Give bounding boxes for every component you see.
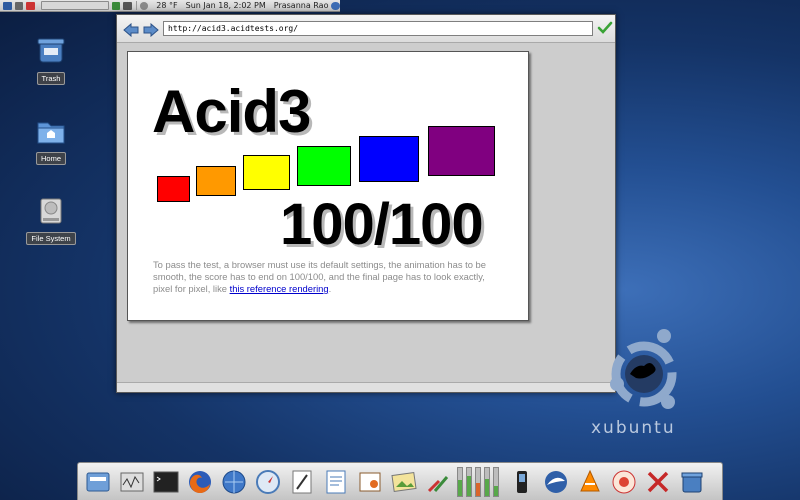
desktop-icon-filesystem[interactable]: File System [25, 196, 77, 245]
office-writer-icon[interactable] [321, 467, 351, 497]
desktop-icon-label: Trash [36, 72, 66, 85]
volume-icon[interactable] [123, 1, 132, 10]
gear-icon[interactable] [139, 1, 149, 10]
power-icon[interactable] [331, 1, 340, 10]
clock[interactable]: Sun Jan 18, 2:02 PM [186, 1, 266, 10]
office-impress-icon[interactable] [355, 467, 385, 497]
taskbar-window-button[interactable] [40, 1, 109, 10]
network-icon[interactable] [111, 1, 121, 10]
meter-5[interactable] [493, 466, 499, 497]
reference-rendering-link[interactable]: this reference rendering [230, 283, 329, 294]
browser-toolbar: http://acid3.acidtests.org/ [117, 15, 615, 43]
home-folder-icon [35, 116, 67, 146]
divider [135, 1, 137, 10]
checkmark-go-icon[interactable] [597, 20, 613, 36]
screensaver-icon[interactable] [609, 467, 639, 497]
terminal-icon[interactable] [151, 467, 181, 497]
file-manager-icon[interactable] [83, 467, 113, 497]
trash-icon[interactable] [677, 467, 707, 497]
system-monitor-icon[interactable] [117, 467, 147, 497]
green-box [297, 146, 351, 186]
purple-box [428, 126, 495, 176]
menu-icon[interactable] [3, 1, 12, 10]
browser-window[interactable]: http://acid3.acidtests.org/ Acid3 100/10… [116, 14, 616, 393]
desktop-icon-trash[interactable]: Trash [25, 36, 77, 85]
desktop-icon-label: File System [26, 232, 76, 245]
forward-arrow-icon[interactable] [143, 22, 159, 38]
firefox-icon[interactable] [185, 467, 215, 497]
safari-icon[interactable] [253, 467, 283, 497]
thunderbird-icon[interactable] [541, 467, 571, 497]
meter-1[interactable] [457, 466, 463, 497]
dock [77, 462, 723, 500]
user-name[interactable]: Prasanna Rao [274, 1, 329, 10]
close-icon[interactable] [26, 1, 35, 10]
orange-box [196, 166, 236, 196]
trash-icon [35, 36, 67, 66]
web-browser-icon[interactable] [219, 467, 249, 497]
top-panel: 28 °F Sun Jan 18, 2:02 PM Prasanna Rao [0, 0, 340, 12]
hard-drive-icon [35, 196, 67, 226]
status-bar [117, 382, 615, 392]
text-editor-icon[interactable] [287, 467, 317, 497]
image-viewer-icon[interactable] [389, 467, 419, 497]
xubuntu-wordmark: xubuntu [591, 418, 676, 438]
yellow-box [243, 155, 290, 190]
score: 100/100 [280, 192, 484, 257]
weather-temperature[interactable]: 28 °F [156, 1, 177, 10]
back-arrow-icon[interactable] [123, 22, 139, 38]
settings-icon[interactable] [423, 467, 453, 497]
acid3-page: Acid3 100/100 To pass the test, a browse… [127, 51, 529, 321]
meter-3[interactable] [475, 466, 481, 497]
xfce-x-icon[interactable] [643, 467, 673, 497]
blue-box [359, 136, 419, 182]
meter-2[interactable] [466, 466, 472, 497]
red-box [157, 176, 190, 202]
show-desktop-icon[interactable] [14, 1, 24, 10]
desktop-icon-home[interactable]: Home [25, 116, 77, 165]
desktop-icon-label: Home [35, 152, 66, 165]
meter-4[interactable] [484, 466, 490, 497]
page-title: Acid3 [152, 78, 311, 145]
phone-icon[interactable] [507, 467, 537, 497]
url-input[interactable]: http://acid3.acidtests.org/ [163, 21, 593, 36]
description: To pass the test, a browser must use its… [153, 259, 503, 295]
xubuntu-logo [608, 322, 686, 414]
description-end: . [328, 283, 332, 294]
vlc-icon[interactable] [575, 467, 605, 497]
